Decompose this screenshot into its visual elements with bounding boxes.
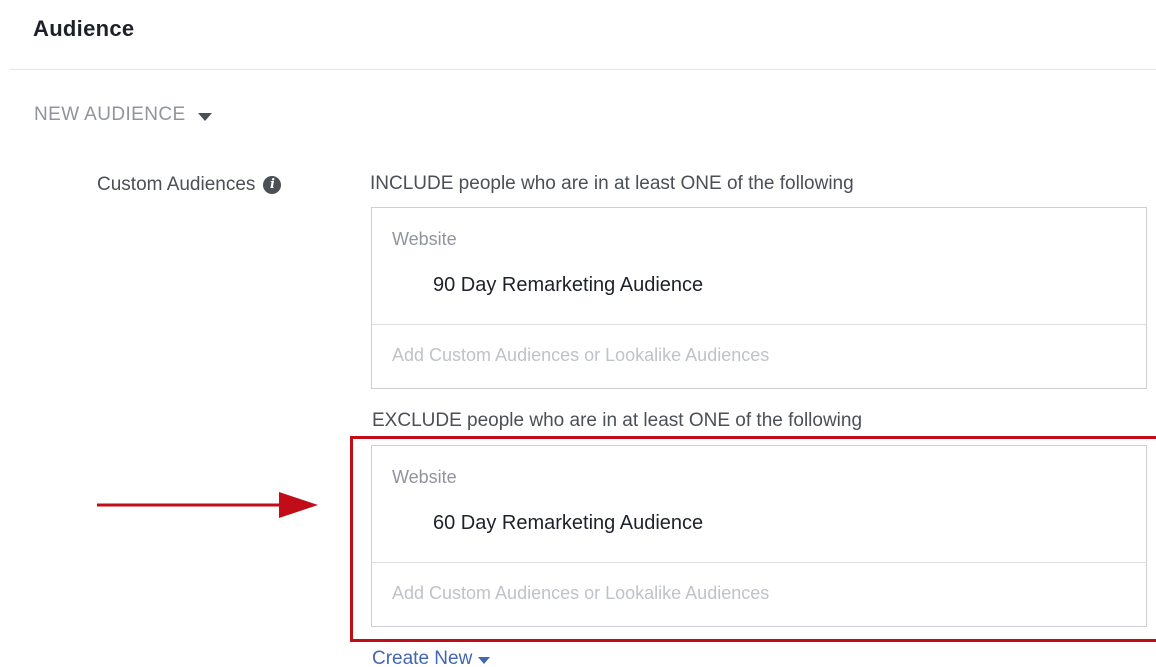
highlight-frame bbox=[350, 436, 1156, 642]
section-title: Audience bbox=[33, 16, 135, 41]
custom-audiences-label: Custom Audiences bbox=[97, 174, 256, 195]
create-new-label: Create New bbox=[372, 648, 473, 667]
caret-down-icon bbox=[197, 113, 212, 121]
section-divider bbox=[10, 69, 1156, 70]
custom-audiences-label-row: Custom Audiences i bbox=[97, 174, 282, 196]
include-rule-text: INCLUDE people who are in at least ONE o… bbox=[370, 173, 854, 194]
caret-down-icon bbox=[478, 657, 491, 664]
create-new-button[interactable]: Create New bbox=[372, 648, 491, 667]
new-audience-label: NEW AUDIENCE bbox=[34, 104, 186, 125]
include-box-separator bbox=[372, 324, 1146, 325]
arrow-right-icon bbox=[97, 492, 318, 518]
include-category-label: Website bbox=[392, 229, 457, 249]
include-add-audience-input[interactable]: Add Custom Audiences or Lookalike Audien… bbox=[392, 345, 769, 366]
info-icon[interactable]: i bbox=[263, 176, 282, 194]
audience-panel: Audience NEW AUDIENCE Custom Audiences i… bbox=[0, 0, 1156, 667]
exclude-rule-text: EXCLUDE people who are in at least ONE o… bbox=[372, 410, 863, 431]
include-audience-item[interactable]: 90 Day Remarketing Audience bbox=[433, 274, 703, 297]
include-audience-box: Website 90 Day Remarketing Audience Add … bbox=[371, 207, 1147, 389]
new-audience-dropdown[interactable]: NEW AUDIENCE bbox=[34, 104, 212, 126]
